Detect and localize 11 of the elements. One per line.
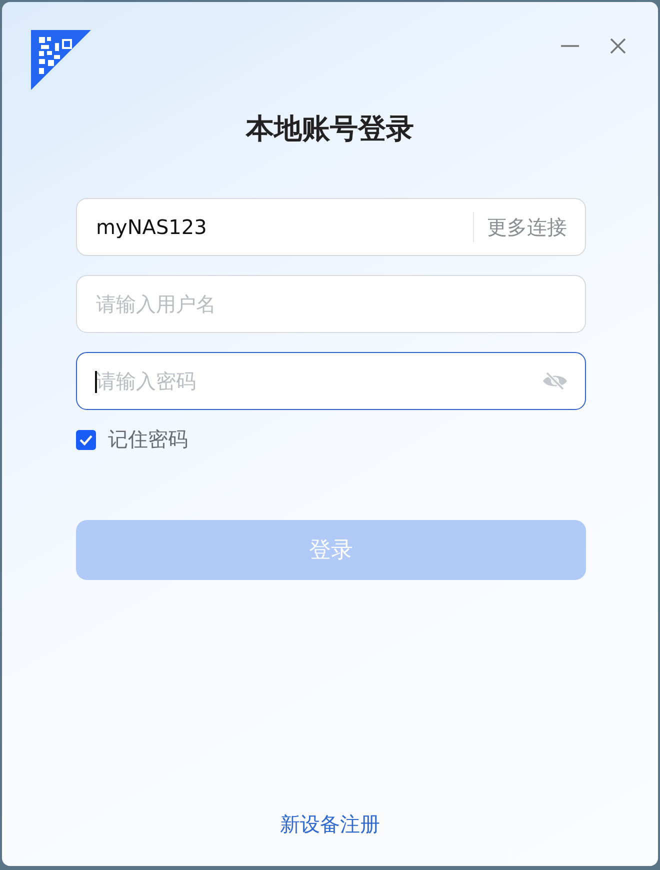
password-field[interactable]: 请输入密码: [76, 352, 586, 410]
check-icon: [79, 434, 93, 446]
remember-checkbox[interactable]: [76, 430, 96, 450]
logo-icon: [31, 30, 91, 90]
text-cursor: [95, 371, 97, 393]
login-title: 本地账号登录: [246, 112, 414, 146]
register-link[interactable]: 新设备注册: [280, 811, 380, 838]
username-field[interactable]: 请输入用户名: [76, 275, 586, 333]
remember-label: 记住密码: [108, 426, 188, 453]
close-icon[interactable]: [608, 36, 628, 56]
more-connections-link[interactable]: 更多连接: [473, 212, 585, 242]
